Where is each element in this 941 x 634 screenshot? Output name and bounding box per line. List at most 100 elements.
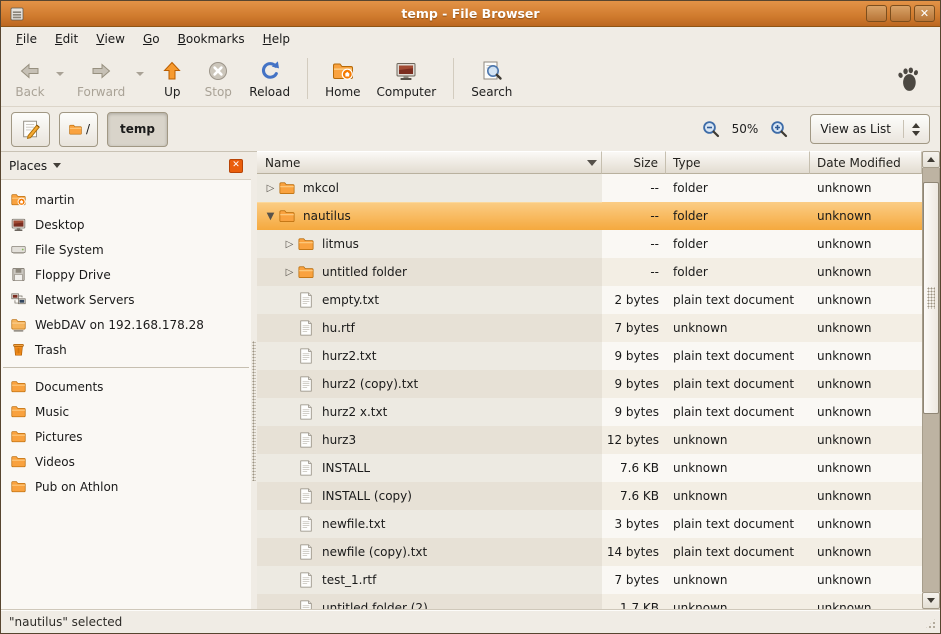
scrollbar-trough[interactable] bbox=[922, 168, 940, 592]
places-dropdown[interactable]: Places bbox=[9, 159, 61, 173]
file-name: hurz3 bbox=[322, 433, 356, 447]
expander-expanded-icon[interactable]: ▼ bbox=[263, 211, 278, 222]
table-row-test-1-rtf[interactable]: test_1.rtf7 bytesunknownunknown bbox=[257, 566, 922, 594]
menu-help[interactable]: Help bbox=[254, 27, 299, 51]
back-history-dropdown-icon[interactable] bbox=[53, 54, 67, 94]
table-row-untitled-folder[interactable]: ▷untitled folder--folderunknown bbox=[257, 258, 922, 286]
menu-file[interactable]: File bbox=[7, 27, 46, 51]
size-cell: 9 bytes bbox=[602, 342, 666, 370]
table-row-hurz2-x-txt[interactable]: hurz2 x.txt9 bytesplain text documentunk… bbox=[257, 398, 922, 426]
forward-button[interactable]: Forward bbox=[69, 56, 133, 102]
sidebar-item-martin[interactable]: martin bbox=[1, 187, 251, 212]
search-button[interactable]: Search bbox=[463, 56, 520, 102]
sidebar-item-documents[interactable]: Documents bbox=[1, 374, 251, 399]
reload-button[interactable]: Reload bbox=[241, 56, 298, 102]
folder-icon bbox=[278, 207, 296, 225]
zoom-out-icon[interactable] bbox=[701, 119, 721, 139]
table-row-mkcol[interactable]: ▷mkcol--folderunknown bbox=[257, 174, 922, 202]
column-header-size[interactable]: Size bbox=[602, 151, 666, 174]
size-cell: -- bbox=[602, 230, 666, 258]
tree-indent bbox=[257, 440, 282, 441]
gnome-foot-icon bbox=[894, 64, 922, 94]
menu-go[interactable]: Go bbox=[134, 27, 169, 51]
size-cell: 2 bytes bbox=[602, 286, 666, 314]
up-button[interactable]: Up bbox=[149, 56, 195, 102]
sidebar-close-button[interactable]: ✕ bbox=[229, 159, 243, 173]
sidebar-item-videos[interactable]: Videos bbox=[1, 449, 251, 474]
forward-history-dropdown-icon[interactable] bbox=[133, 54, 147, 94]
table-row-litmus[interactable]: ▷litmus--folderunknown bbox=[257, 230, 922, 258]
stop-icon bbox=[206, 59, 230, 83]
scrollbar-thumb[interactable] bbox=[923, 182, 939, 414]
file-browser-window: temp - File Browser FileEditViewGoBookma… bbox=[0, 0, 941, 634]
table-row-hu-rtf[interactable]: hu.rtf7 bytesunknownunknown bbox=[257, 314, 922, 342]
table-row-untitled-folder-2[interactable]: untitled folder (2)1.7 KBunknownunknown bbox=[257, 594, 922, 609]
computer-icon bbox=[394, 59, 418, 83]
sidebar-item-music[interactable]: Music bbox=[1, 399, 251, 424]
name-cell: test_1.rtf bbox=[257, 566, 602, 594]
table-row-empty-txt[interactable]: empty.txt2 bytesplain text documentunkno… bbox=[257, 286, 922, 314]
root-path-button[interactable]: / bbox=[59, 112, 98, 147]
column-header-type[interactable]: Type bbox=[666, 151, 810, 174]
file-name: newfile.txt bbox=[322, 517, 385, 531]
table-row-hurz2-copy-txt[interactable]: hurz2 (copy).txt9 bytesplain text docume… bbox=[257, 370, 922, 398]
menu-edit[interactable]: Edit bbox=[46, 27, 87, 51]
computer-button[interactable]: Computer bbox=[369, 56, 445, 102]
toolbar-button-label: Stop bbox=[205, 85, 232, 99]
menu-view[interactable]: View bbox=[87, 27, 134, 51]
sidebar-item-pub-on-athlon[interactable]: Pub on Athlon bbox=[1, 474, 251, 499]
shared-folder-icon bbox=[10, 316, 27, 333]
scroll-up-button[interactable] bbox=[922, 151, 940, 168]
column-header-date-modified[interactable]: Date Modified bbox=[810, 151, 922, 174]
location-bar: / temp 50% View as List bbox=[1, 107, 940, 151]
zoom-in-icon[interactable] bbox=[769, 119, 789, 139]
name-cell: hurz2 (copy).txt bbox=[257, 370, 602, 398]
view-selector[interactable]: View as List bbox=[810, 114, 930, 144]
sidebar-item-trash[interactable]: Trash bbox=[1, 337, 251, 362]
sort-descending-icon bbox=[587, 160, 597, 166]
type-cell: unknown bbox=[666, 594, 810, 609]
home-button[interactable]: Home bbox=[317, 56, 368, 102]
table-row-install[interactable]: INSTALL7.6 KBunknownunknown bbox=[257, 454, 922, 482]
edit-location-button[interactable] bbox=[11, 112, 50, 147]
column-header-name[interactable]: Name bbox=[257, 151, 602, 174]
expander-collapsed-icon[interactable]: ▷ bbox=[263, 183, 278, 194]
minimize-button[interactable] bbox=[866, 5, 887, 22]
name-cell: hurz3 bbox=[257, 426, 602, 454]
table-row-hurz2-txt[interactable]: hurz2.txt9 bytesplain text documentunkno… bbox=[257, 342, 922, 370]
expander-collapsed-icon[interactable]: ▷ bbox=[282, 267, 297, 278]
stop-button[interactable]: Stop bbox=[195, 56, 241, 102]
sidebar-item-desktop[interactable]: Desktop bbox=[1, 212, 251, 237]
current-folder-button[interactable]: temp bbox=[107, 112, 168, 147]
expander-collapsed-icon[interactable]: ▷ bbox=[282, 239, 297, 250]
desktop-icon bbox=[10, 216, 27, 233]
sidebar-item-file-system[interactable]: File System bbox=[1, 237, 251, 262]
tree-indent bbox=[257, 328, 282, 329]
resize-grip-icon[interactable] bbox=[924, 617, 937, 630]
file-name: INSTALL (copy) bbox=[322, 489, 412, 503]
sidebar-item-pictures[interactable]: Pictures bbox=[1, 424, 251, 449]
menu-bookmarks[interactable]: Bookmarks bbox=[169, 27, 254, 51]
maximize-button[interactable] bbox=[890, 5, 911, 22]
table-row-install-copy[interactable]: INSTALL (copy)7.6 KBunknownunknown bbox=[257, 482, 922, 510]
folder-icon bbox=[278, 179, 296, 197]
back-button[interactable]: Back bbox=[7, 56, 53, 102]
type-cell: unknown bbox=[666, 454, 810, 482]
table-row-hurz3[interactable]: hurz312 bytesunknownunknown bbox=[257, 426, 922, 454]
sidebar-item-webdav-on-192-168-178-28[interactable]: WebDAV on 192.168.178.28 bbox=[1, 312, 251, 337]
date-modified-cell: unknown bbox=[810, 286, 922, 314]
table-row-nautilus[interactable]: ▼nautilus--folderunknown bbox=[257, 202, 922, 230]
sidebar-item-floppy-drive[interactable]: Floppy Drive bbox=[1, 262, 251, 287]
scroll-down-button[interactable] bbox=[922, 592, 940, 609]
table-row-newfile-txt[interactable]: newfile.txt3 bytesplain text documentunk… bbox=[257, 510, 922, 538]
folder-icon bbox=[67, 122, 84, 137]
size-cell: 9 bytes bbox=[602, 370, 666, 398]
table-row-newfile-copy-txt[interactable]: newfile (copy).txt14 bytesplain text doc… bbox=[257, 538, 922, 566]
close-button[interactable] bbox=[914, 5, 935, 22]
text-file-icon bbox=[297, 403, 315, 421]
column-header-label: Size bbox=[633, 156, 658, 170]
sidebar-item-network-servers[interactable]: Network Servers bbox=[1, 287, 251, 312]
tree-indent bbox=[257, 244, 282, 245]
name-cell: newfile.txt bbox=[257, 510, 602, 538]
type-cell: plain text document bbox=[666, 398, 810, 426]
